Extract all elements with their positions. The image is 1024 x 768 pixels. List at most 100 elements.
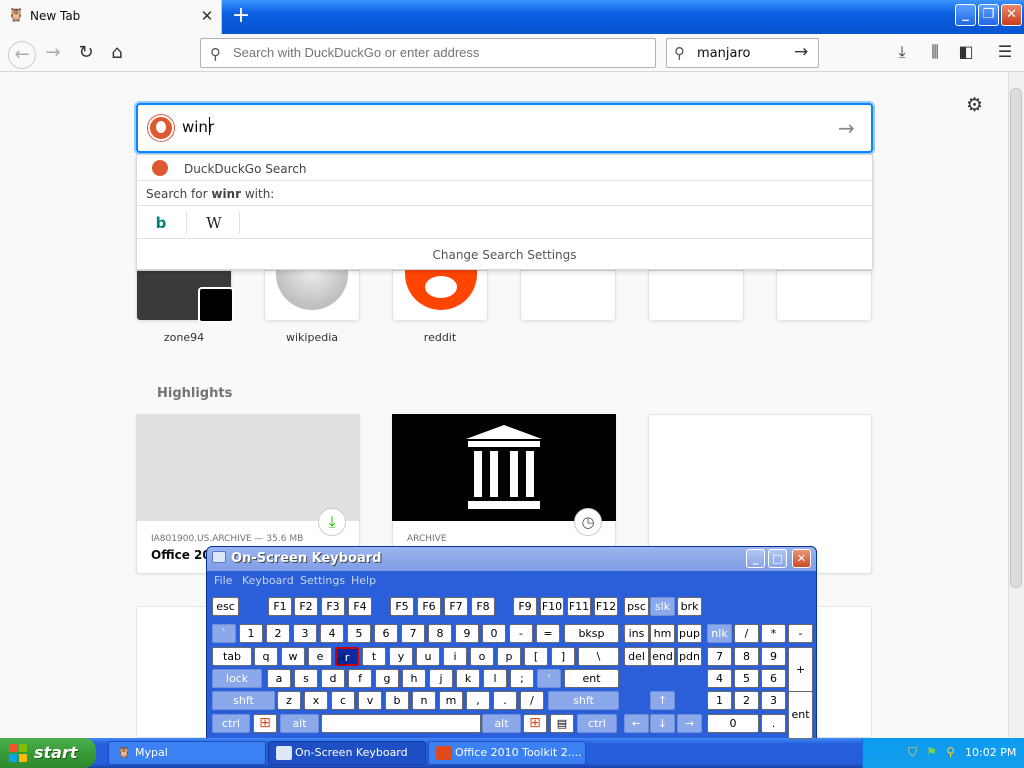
osk-key-2[interactable]: 2 xyxy=(734,691,759,710)
change-search-settings-button[interactable]: Change Search Settings xyxy=(136,248,873,262)
osk-key-alt[interactable]: alt xyxy=(482,714,521,733)
osk-key-9[interactable]: 9 xyxy=(761,647,786,666)
osk-key-x27[interactable]: ' xyxy=(537,669,561,688)
osk-key-F11[interactable]: F11 xyxy=(567,597,591,616)
osk-key-7[interactable]: 7 xyxy=(401,624,425,643)
osk-key-m[interactable]: m xyxy=(439,691,463,710)
osk-key-x25a4[interactable]: ▤ xyxy=(550,714,574,733)
osk-key-ent[interactable]: ent xyxy=(788,691,813,739)
osk-key-5[interactable]: 5 xyxy=(347,624,371,643)
osk-key-q[interactable]: q xyxy=(254,647,278,666)
osk-key-h[interactable]: h xyxy=(402,669,426,688)
wikipedia-icon[interactable]: W xyxy=(204,214,224,232)
osk-key-shft[interactable]: shft xyxy=(212,691,275,710)
search-bar-value[interactable]: manjaro xyxy=(697,46,750,61)
osk-key-i[interactable]: i xyxy=(443,647,467,666)
forward-arrow-icon[interactable]: → xyxy=(41,42,65,64)
osk-key-2[interactable]: 2 xyxy=(266,624,290,643)
minimize-button[interactable]: _ xyxy=(955,4,976,26)
osk-menu-keyboard[interactable]: Keyboard xyxy=(242,574,294,587)
new-tab-button[interactable]: + xyxy=(229,4,253,28)
downloads-icon[interactable]: ⤓ xyxy=(891,42,913,62)
osk-key-F6[interactable]: F6 xyxy=(417,597,441,616)
search-go-arrow-icon[interactable]: → xyxy=(794,42,808,62)
reload-icon[interactable]: ↻ xyxy=(74,42,98,64)
osk-close-button[interactable]: ✕ xyxy=(792,549,811,568)
osk-key-esc[interactable]: esc xyxy=(212,597,239,616)
osk-key-b[interactable]: b xyxy=(385,691,409,710)
osk-key-1[interactable]: 1 xyxy=(707,691,732,710)
osk-key-bksp[interactable]: bksp xyxy=(564,624,619,643)
osk-key-o[interactable]: o xyxy=(470,647,494,666)
osk-key-8[interactable]: 8 xyxy=(734,647,759,666)
close-window-button[interactable]: ✕ xyxy=(1001,4,1022,26)
osk-key-1[interactable]: 1 xyxy=(239,624,263,643)
osk-key-ctrl[interactable]: ctrl xyxy=(212,714,250,733)
search-submit-arrow-icon[interactable]: → xyxy=(838,116,855,140)
osk-key-alt[interactable]: alt xyxy=(280,714,319,733)
search-tray-icon[interactable]: ⚲ xyxy=(943,745,958,760)
osk-key-d[interactable]: d xyxy=(321,669,345,688)
osk-key-y[interactable]: y xyxy=(389,647,413,666)
osk-key-x2191[interactable]: ↑ xyxy=(650,691,675,710)
osk-menu-settings[interactable]: Settings xyxy=(300,574,345,587)
osk-key-x[interactable]: x xyxy=(304,691,328,710)
hamburger-menu-icon[interactable]: ☰ xyxy=(994,42,1016,61)
osk-key-3[interactable]: 3 xyxy=(761,691,786,710)
osk-key-space[interactable] xyxy=(321,714,481,733)
osk-key-p[interactable]: p xyxy=(497,647,521,666)
osk-key-5[interactable]: 5 xyxy=(734,669,759,688)
osk-key-tab[interactable]: tab xyxy=(212,647,252,666)
osk-key-k[interactable]: k xyxy=(456,669,480,688)
url-input[interactable] xyxy=(233,45,633,60)
osk-key-v[interactable]: v xyxy=(358,691,382,710)
osk-key-nlk[interactable]: nlk xyxy=(707,624,732,643)
osk-key-F2[interactable]: F2 xyxy=(294,597,318,616)
osk-menu-file[interactable]: File xyxy=(214,574,232,587)
osk-key-x229e[interactable]: ⊞ xyxy=(523,714,547,733)
osk-key-c[interactable]: c xyxy=(331,691,355,710)
back-arrow-icon[interactable]: ← xyxy=(8,41,36,69)
osk-key-z[interactable]: z xyxy=(277,691,301,710)
osk-key-del[interactable]: del xyxy=(624,647,649,666)
osk-key-a[interactable]: a xyxy=(267,669,291,688)
osk-key-3[interactable]: 3 xyxy=(293,624,317,643)
osk-key-F9[interactable]: F9 xyxy=(513,597,537,616)
osk-key-x2e[interactable]: . xyxy=(493,691,517,710)
osk-key-x5c[interactable]: \ xyxy=(578,647,619,666)
osk-key-F10[interactable]: F10 xyxy=(540,597,564,616)
osk-key-l[interactable]: l xyxy=(483,669,507,688)
osk-key-ins[interactable]: ins xyxy=(624,624,649,643)
osk-key-x2d[interactable]: - xyxy=(788,624,813,643)
osk-key-brk[interactable]: brk xyxy=(677,597,702,616)
osk-key-x2c[interactable]: , xyxy=(466,691,490,710)
osk-key-8[interactable]: 8 xyxy=(428,624,452,643)
osk-key-F12[interactable]: F12 xyxy=(594,597,618,616)
osk-key-F8[interactable]: F8 xyxy=(471,597,495,616)
osk-key-g[interactable]: g xyxy=(375,669,399,688)
osk-key-psc[interactable]: psc xyxy=(624,597,649,616)
osk-key-ent[interactable]: ent xyxy=(564,669,619,688)
osk-key-x3b[interactable]: ; xyxy=(510,669,534,688)
library-icon[interactable]: ⫼ xyxy=(924,42,946,62)
osk-key-4[interactable]: 4 xyxy=(707,669,732,688)
shield-icon[interactable]: ⛉ xyxy=(905,745,920,760)
osk-key-x5b[interactable]: [ xyxy=(524,647,548,666)
osk-key-shft[interactable]: shft xyxy=(548,691,619,710)
osk-key-7[interactable]: 7 xyxy=(707,647,732,666)
osk-key-u[interactable]: u xyxy=(416,647,440,666)
osk-key-j[interactable]: j xyxy=(429,669,453,688)
osk-key-end[interactable]: end xyxy=(650,647,675,666)
osk-key-F4[interactable]: F4 xyxy=(348,597,372,616)
osk-key-6[interactable]: 6 xyxy=(761,669,786,688)
osk-key-x2f[interactable]: / xyxy=(734,624,759,643)
osk-key-w[interactable]: w xyxy=(281,647,305,666)
osk-key-t[interactable]: t xyxy=(362,647,386,666)
osk-key-hm[interactable]: hm xyxy=(650,624,675,643)
osk-key-x2190[interactable]: ← xyxy=(624,714,649,733)
osk-key-x5d[interactable]: ] xyxy=(551,647,575,666)
osk-key-f[interactable]: f xyxy=(348,669,372,688)
osk-key-pup[interactable]: pup xyxy=(677,624,702,643)
sidebar-icon[interactable]: ◧ xyxy=(955,42,977,61)
osk-key-s[interactable]: s xyxy=(294,669,318,688)
